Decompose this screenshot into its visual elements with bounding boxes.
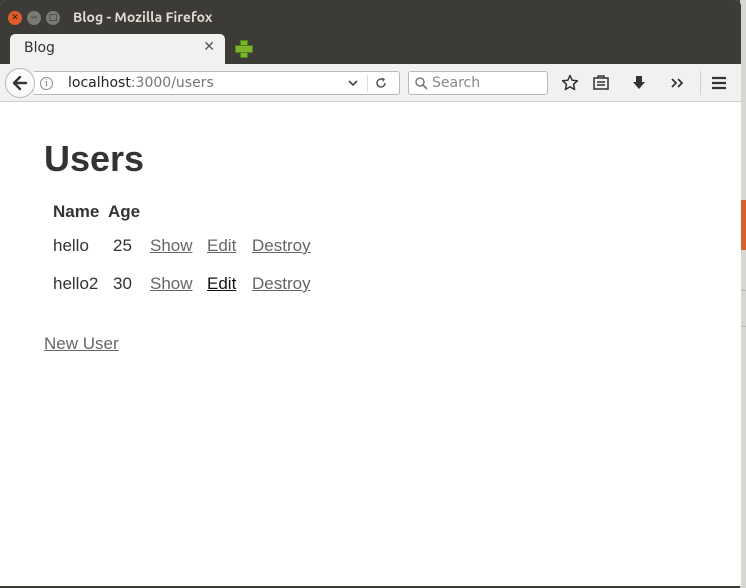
navigation-toolbar: i localhost:3000/users Search [0, 64, 741, 102]
search-input[interactable]: Search [408, 71, 548, 95]
url-bar[interactable]: i localhost:3000/users [34, 71, 400, 95]
title-bar: ✕ − □ Blog - Mozilla Firefox [0, 0, 741, 34]
tab-close-icon[interactable]: ✕ [203, 39, 215, 55]
new-tab-plus-icon[interactable] [233, 38, 253, 58]
overflow-chevrons-icon[interactable] [668, 74, 686, 92]
row-1-age: 25 [113, 236, 132, 255]
tab-blog[interactable]: Blog ✕ [10, 34, 225, 64]
url-text[interactable]: localhost:3000/users [68, 75, 214, 91]
download-arrow-icon[interactable] [630, 74, 648, 92]
row-2-destroy-link[interactable]: Destroy [252, 275, 311, 292]
window-title: Blog - Mozilla Firefox [73, 9, 213, 25]
row-2-edit-link[interactable]: Edit [207, 275, 236, 292]
page-title: Users [44, 138, 145, 179]
window-maximize-button[interactable]: □ [46, 11, 60, 25]
toolbar-separator [700, 71, 701, 95]
search-icon [415, 77, 428, 90]
url-path: :3000/users [130, 75, 214, 91]
column-header-name: Name [53, 202, 100, 221]
row-1-name: hello [53, 236, 89, 255]
search-placeholder: Search [432, 75, 481, 91]
url-separator [367, 75, 368, 92]
row-2-name: hello2 [53, 274, 99, 293]
row-1-edit-link[interactable]: Edit [207, 237, 236, 254]
url-host: localhost [68, 75, 131, 91]
window-close-button[interactable]: ✕ [8, 11, 22, 25]
column-header-age: Age [108, 202, 141, 221]
tab-label: Blog [24, 40, 55, 56]
back-button[interactable] [5, 68, 35, 98]
chevron-down-icon[interactable] [346, 76, 360, 90]
reading-list-icon[interactable] [592, 74, 610, 92]
window-minimize-button[interactable]: − [27, 11, 41, 25]
arrow-left-icon [12, 75, 28, 91]
row-1-destroy-link[interactable]: Destroy [252, 237, 311, 254]
browser-window: ✕ − □ Blog - Mozilla Firefox Blog ✕ i lo… [0, 0, 741, 586]
new-user-link[interactable]: New User [44, 335, 119, 352]
page-content: Users Name Age hello 25 Show Edit Destro… [0, 103, 741, 586]
tab-strip: Blog ✕ [0, 34, 741, 64]
row-2-age: 30 [113, 274, 132, 293]
site-info-icon[interactable]: i [40, 77, 53, 90]
row-1-show-link[interactable]: Show [150, 237, 193, 254]
star-bookmark-icon[interactable] [561, 74, 579, 92]
row-2-show-link[interactable]: Show [150, 275, 193, 292]
reload-icon[interactable] [374, 76, 388, 90]
hamburger-menu-icon[interactable] [710, 74, 728, 92]
